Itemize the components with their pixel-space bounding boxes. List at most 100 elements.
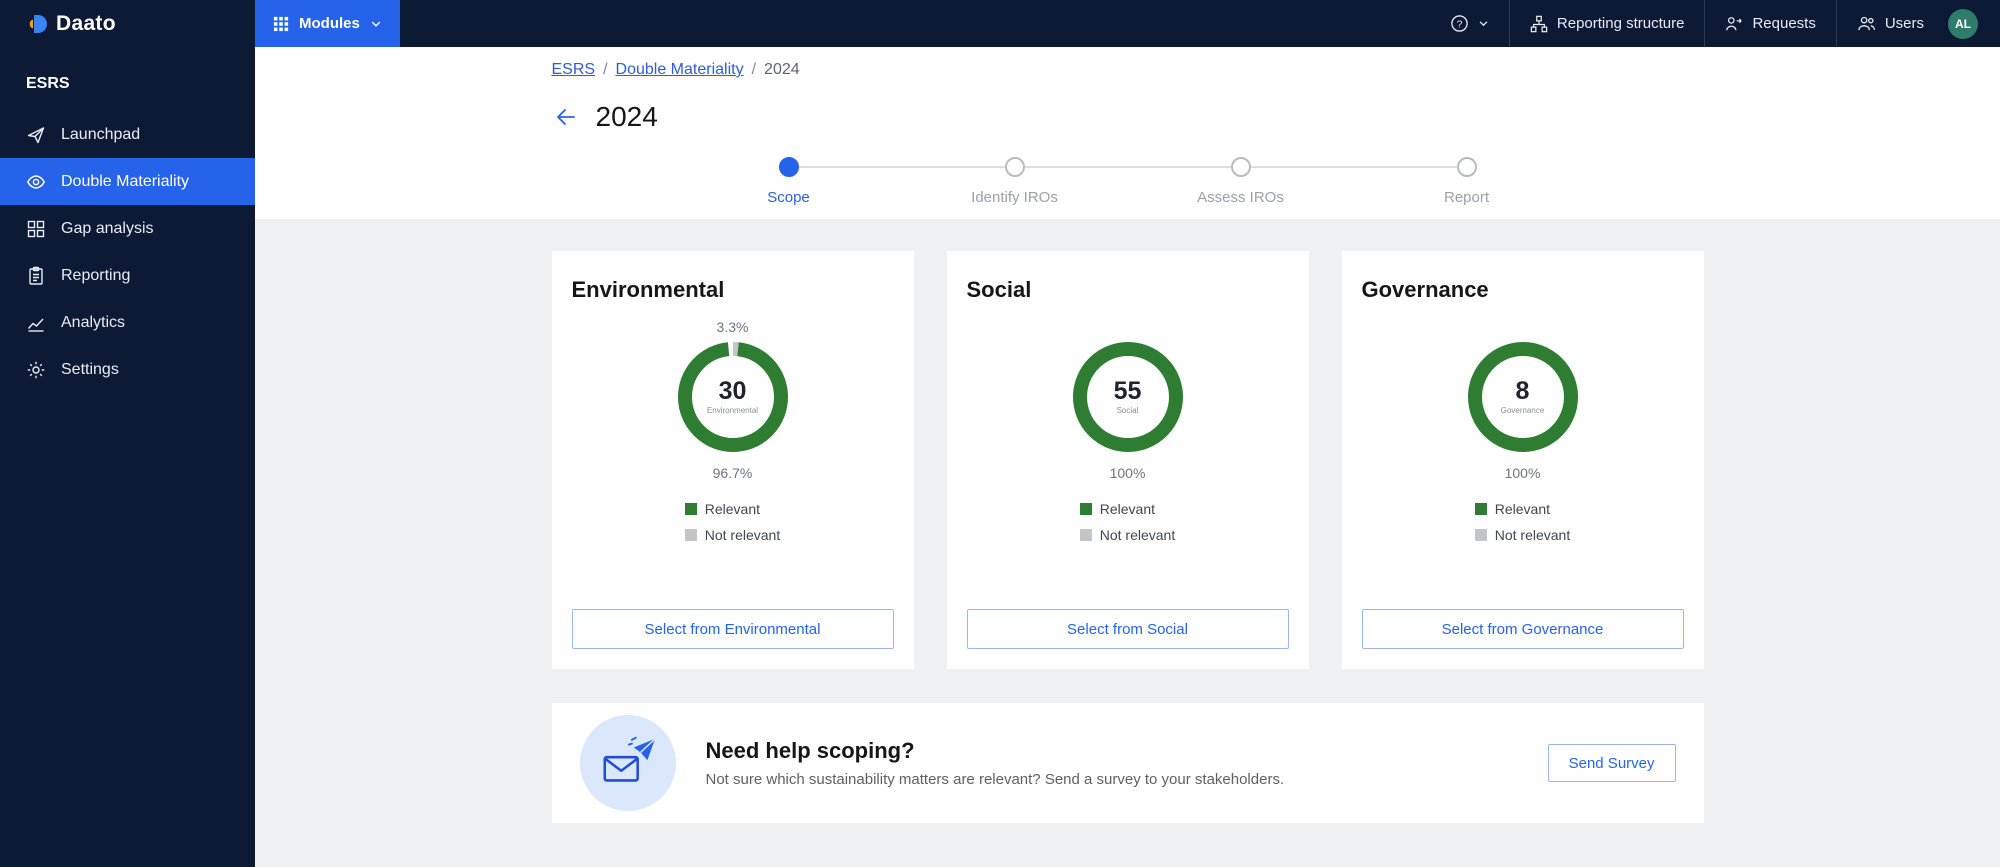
breadcrumb: ESRS / Double Materiality / 2024 [552, 61, 1704, 79]
step-report: Report [1444, 157, 1489, 206]
sidebar-item-label: Launchpad [61, 125, 141, 143]
step-circle[interactable] [1230, 157, 1251, 177]
sidebar-item-label: Settings [61, 360, 119, 378]
legend-swatch-relevant [1079, 503, 1092, 515]
step-connector [1250, 166, 1457, 168]
sidebar-item-reporting[interactable]: Reporting [0, 252, 255, 299]
clipboard-icon [26, 266, 46, 286]
legend-swatch-relevant [684, 503, 697, 515]
users-label: Users [1884, 15, 1924, 32]
step-identify-iros: Identify IROs [971, 157, 1058, 206]
help-card: Need help scoping? Not sure which sustai… [551, 703, 1704, 823]
card-title: Governance [1361, 277, 1489, 302]
chart-line-icon [26, 313, 46, 333]
legend: Relevant Not relevant [1474, 501, 1570, 543]
step-label: Scope [767, 189, 810, 206]
reporting-structure-button[interactable]: Reporting structure [1508, 0, 1705, 47]
legend-not-relevant: Not relevant [1079, 527, 1176, 543]
percent-bottom-label: 100% [1504, 465, 1541, 481]
percent-bottom-label: 100% [1109, 465, 1146, 481]
card-title: Environmental [571, 277, 725, 302]
svg-text:?: ? [1456, 19, 1462, 30]
donut-count: 55 [1113, 377, 1142, 405]
select-from-environmental-button[interactable]: Select from Environmental [571, 609, 894, 649]
percent-bottom-label: 96.7% [712, 465, 753, 481]
legend-label: Relevant [1099, 501, 1156, 517]
donut-center-label: Environmental [706, 406, 759, 415]
step-scope: Scope [767, 157, 810, 206]
envelope-icon [602, 736, 656, 782]
donut-count: 30 [718, 377, 747, 405]
legend-label: Relevant [1494, 501, 1551, 517]
legend-label: Not relevant [704, 527, 781, 543]
donut-chart-environmental: 30 Environmental [675, 339, 791, 455]
grid-icon [273, 16, 289, 32]
legend-swatch-not-relevant [1474, 529, 1487, 541]
select-from-governance-button[interactable]: Select from Governance [1361, 609, 1684, 649]
stepper: Scope Identify IROs Assess IROs Report [255, 157, 2000, 206]
breadcrumb-link-double-materiality[interactable]: Double Materiality [616, 61, 744, 79]
sidebar-item-label: Reporting [61, 266, 131, 284]
users-button[interactable]: Users [1835, 0, 1944, 47]
sidebar-item-label: Gap analysis [61, 219, 154, 237]
arrow-left-icon [554, 105, 578, 129]
card-governance: Governance 8 Governance 100% Relevant No… [1341, 251, 1704, 669]
page-header: ESRS / Double Materiality / 2024 2024 Sc… [255, 47, 2000, 219]
gear-icon [26, 360, 46, 380]
avatar-wrap: AL [1944, 0, 2000, 47]
sidebar-item-double-materiality[interactable]: Double Materiality [0, 158, 255, 205]
legend-relevant: Relevant [1079, 501, 1175, 517]
legend-swatch-not-relevant [684, 529, 697, 541]
sidebar-item-analytics[interactable]: Analytics [0, 299, 255, 346]
breadcrumb-separator: / [751, 61, 757, 78]
help-menu[interactable]: ? [1430, 0, 1509, 47]
select-from-social-button[interactable]: Select from Social [966, 609, 1289, 649]
envelope-illustration [579, 715, 676, 811]
sidebar-item-settings[interactable]: Settings [0, 346, 255, 393]
step-circle[interactable] [778, 157, 799, 177]
legend-relevant: Relevant [684, 501, 780, 517]
percent-top-label: 3.3% [716, 319, 749, 335]
help-subtitle: Not sure which sustainability matters ar… [705, 771, 1285, 788]
chevron-down-icon [370, 18, 382, 30]
grid-squares-icon [26, 219, 46, 239]
legend: Relevant Not relevant [1079, 501, 1176, 543]
breadcrumb-current: 2024 [764, 61, 800, 78]
sidebar-item-label: Analytics [61, 313, 126, 331]
step-connector [1024, 166, 1231, 168]
legend-not-relevant: Not relevant [1474, 527, 1570, 543]
card-social: Social 55 Social 100% Relevant Not relev… [946, 251, 1309, 669]
paper-plane-icon [26, 125, 46, 145]
donut-center-label: Governance [1500, 406, 1545, 415]
back-button[interactable] [552, 103, 580, 131]
breadcrumb-link-esrs[interactable]: ESRS [552, 61, 596, 79]
step-circle[interactable] [1456, 157, 1477, 177]
requests-icon [1725, 15, 1743, 33]
donut-chart-governance: 8 Governance [1465, 339, 1581, 455]
daato-logo-icon [26, 13, 48, 35]
sidebar-item-launchpad[interactable]: Launchpad [0, 111, 255, 158]
users-icon [1857, 14, 1876, 33]
help-title: Need help scoping? [705, 738, 915, 763]
sidebar-item-gap-analysis[interactable]: Gap analysis [0, 205, 255, 252]
legend-label: Not relevant [1099, 527, 1176, 543]
breadcrumb-separator: / [603, 61, 608, 78]
double-materiality-icon [26, 172, 46, 192]
logo-text: Daato [56, 11, 116, 35]
send-survey-button[interactable]: Send Survey [1547, 744, 1676, 782]
daato-logo[interactable]: Daato [0, 0, 255, 47]
reporting-structure-label: Reporting structure [1556, 15, 1685, 32]
donut-count: 8 [1515, 377, 1530, 405]
step-label: Report [1443, 189, 1490, 206]
donut-chart-social: 55 Social [1070, 339, 1186, 455]
step-circle[interactable] [1004, 157, 1025, 177]
modules-button[interactable]: Modules [255, 0, 400, 47]
donut-center-label: Social [1116, 406, 1139, 415]
avatar[interactable]: AL [1948, 8, 1978, 39]
card-environmental: Environmental 3.3% 30 Environmental 96.7… [551, 251, 914, 669]
requests-button[interactable]: Requests [1704, 0, 1835, 47]
legend: Relevant Not relevant [684, 501, 781, 543]
legend-swatch-not-relevant [1079, 529, 1092, 541]
page-title: 2024 [595, 101, 658, 132]
category-cards: Environmental 3.3% 30 Environmental 96.7… [551, 251, 1704, 669]
